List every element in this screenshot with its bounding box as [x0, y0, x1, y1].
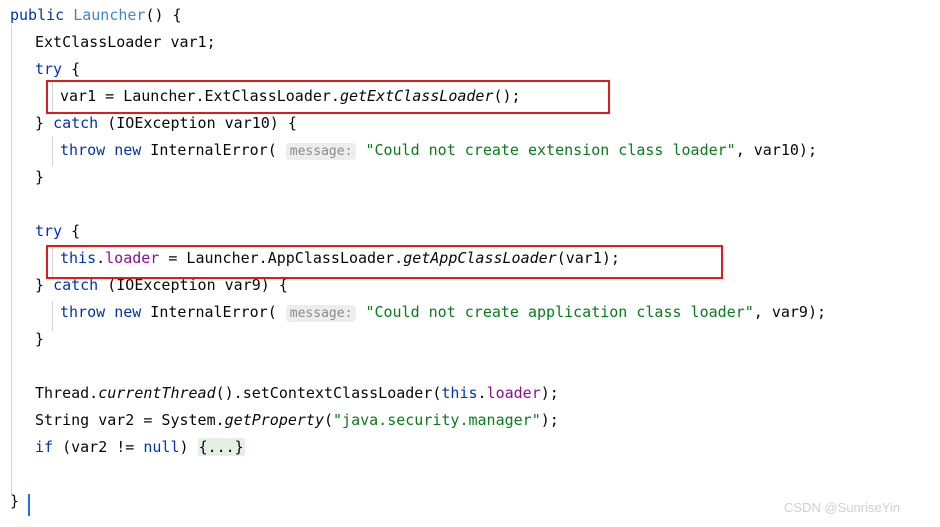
folded-region[interactable]: {...} — [197, 438, 245, 456]
code-token: currentThread — [98, 384, 216, 402]
code-token: catch — [53, 276, 99, 294]
code-token: if — [35, 438, 54, 456]
code-line[interactable]: } — [10, 488, 19, 515]
parameter-hint: message: — [285, 305, 357, 322]
code-token: { — [62, 222, 81, 240]
code-token: new — [114, 303, 142, 321]
code-token: var1 = Launcher.ExtClassLoader. — [60, 87, 340, 105]
code-line[interactable]: throw new InternalError( message: "Could… — [60, 299, 826, 326]
code-token: } — [10, 492, 20, 510]
code-token: ) — [179, 438, 198, 456]
code-line[interactable]: if (var2 != null) {...} — [35, 434, 245, 461]
code-token: () { — [145, 6, 182, 24]
code-line[interactable]: String var2 = System.getProperty("java.s… — [35, 407, 559, 434]
code-token: getProperty — [224, 411, 324, 429]
code-token: } — [35, 330, 45, 348]
code-token: Thread. — [35, 384, 99, 402]
code-token: . — [477, 384, 487, 402]
code-editor[interactable]: public Launcher() {ExtClassLoader var1; t… — [0, 0, 940, 527]
code-token: ); — [540, 411, 559, 429]
code-line[interactable]: } catch (IOException var10) { — [35, 110, 297, 137]
code-token: (var1); — [556, 249, 620, 267]
code-token: "Could not create extension class loader… — [365, 141, 736, 159]
caret-bar — [28, 494, 30, 516]
indent-guide — [52, 301, 53, 331]
code-token: InternalError( — [141, 303, 286, 321]
code-token: Launcher — [73, 6, 146, 24]
code-line[interactable]: } catch (IOException var9) { — [35, 272, 288, 299]
code-token: try — [35, 60, 63, 78]
code-token: throw — [60, 303, 106, 321]
code-token: this — [60, 249, 97, 267]
watermark-label: CSDN @SunriseYin — [784, 500, 901, 515]
code-line[interactable]: var1 = Launcher.ExtClassLoader.getExtCla… — [60, 83, 521, 110]
indent-guide — [11, 25, 12, 495]
parameter-hint: message: — [285, 143, 357, 160]
code-token: null — [143, 438, 180, 456]
indent-guide — [52, 136, 53, 166]
code-token: throw — [60, 141, 106, 159]
code-line[interactable]: this.loader = Launcher.AppClassLoader.ge… — [60, 245, 620, 272]
code-token: InternalError( — [141, 141, 286, 159]
code-line[interactable]: try { — [35, 56, 80, 83]
code-token: ExtClassLoader var1; — [35, 33, 216, 51]
code-token: } — [35, 276, 54, 294]
code-line[interactable]: try { — [35, 218, 80, 245]
code-token: "Could not create application class load… — [365, 303, 754, 321]
code-token: , var9); — [753, 303, 827, 321]
code-token: try — [35, 222, 63, 240]
code-line[interactable]: } — [35, 326, 44, 353]
code-token: } — [35, 114, 54, 132]
code-token: this — [441, 384, 478, 402]
code-token: public — [10, 6, 65, 24]
code-token: loader — [486, 384, 541, 402]
code-token: "java.security.manager" — [333, 411, 541, 429]
code-token: } — [35, 168, 45, 186]
code-token: (); — [493, 87, 521, 105]
code-token: loader — [105, 249, 160, 267]
code-token: new — [114, 141, 142, 159]
code-token: . — [96, 249, 106, 267]
code-token: (IOException var10) { — [98, 114, 297, 132]
code-token: , var10); — [735, 141, 817, 159]
code-token: String var2 = System. — [35, 411, 225, 429]
code-token: getAppClassLoader — [403, 249, 557, 267]
code-token: ().setContextClassLoader( — [215, 384, 442, 402]
code-line[interactable]: Thread.currentThread().setContextClassLo… — [35, 380, 559, 407]
code-token: ( — [324, 411, 334, 429]
code-token: catch — [53, 114, 99, 132]
code-token: getExtClassLoader — [339, 87, 494, 105]
code-token: { — [62, 60, 81, 78]
code-line[interactable]: throw new InternalError( message: "Could… — [60, 137, 817, 164]
code-token: (IOException var9) { — [98, 276, 288, 294]
code-line[interactable]: public Launcher() { — [10, 2, 182, 29]
code-token: (var2 != — [53, 438, 144, 456]
code-token: ); — [540, 384, 559, 402]
indent-guide — [52, 82, 53, 112]
code-token: = Launcher.AppClassLoader. — [159, 249, 404, 267]
code-line[interactable]: ExtClassLoader var1; — [35, 29, 216, 56]
code-line[interactable]: } — [35, 164, 44, 191]
